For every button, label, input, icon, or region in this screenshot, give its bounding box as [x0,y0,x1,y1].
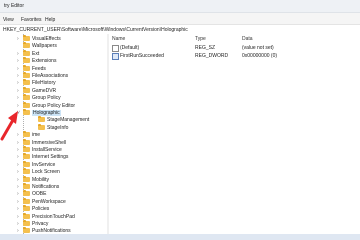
tree-item-label: Wallpapers [32,43,57,50]
menu-view[interactable]: View [3,17,14,23]
tree-item-label: InstallService [32,147,62,153]
taskbar [0,234,360,240]
value-row[interactable]: FirstRunSucceeded REG_DWORD 0x00000000 (… [109,52,360,60]
folder-icon [23,94,30,101]
chevron-right-icon[interactable]: › [17,199,22,205]
folder-icon [23,86,30,93]
tree-item-label: Privacy [32,221,49,227]
folder-icon [23,101,30,108]
folder-icon [23,168,30,175]
tree-item-label: Group Policy Editor [32,102,76,109]
folder-icon [23,79,30,86]
folder-icon [38,123,45,130]
folder-icon [23,212,30,219]
string-value-icon [112,45,119,52]
folder-icon [23,175,30,182]
chevron-right-icon[interactable]: › [17,162,22,168]
window-title: try Editor [4,3,25,9]
address-path[interactable]: HKEY_CURRENT_USER\Software\Microsoft\Win… [3,27,188,33]
folder-icon [23,35,30,41]
chevron-right-icon[interactable]: › [17,206,22,212]
folder-icon [23,42,30,49]
tree-item-label: InvService [32,161,56,168]
column-header-name[interactable]: Name [112,36,125,42]
tree-item-label: ime [32,132,41,139]
tree-item-label: VisualEffects [32,36,61,42]
folder-icon [23,183,30,189]
tree-item-label: Mobility [32,176,49,183]
chevron-right-icon[interactable]: › [17,214,22,220]
column-header-data[interactable]: Data [242,36,253,42]
folder-icon [23,49,30,56]
binary-value-icon [112,53,119,60]
chevron-right-icon[interactable]: › [17,177,22,183]
folder-icon [23,138,30,145]
value-type: REG_SZ [195,45,216,51]
values-pane[interactable]: Name Type Data (Default) REG_SZ (value n… [109,34,360,234]
folder-icon [38,116,45,123]
chevron-right-icon[interactable]: › [17,191,22,197]
value-type: REG_DWORD [195,53,229,59]
tree-item-label: Ext [32,50,40,57]
chevron-right-icon[interactable]: › [17,51,22,57]
value-row[interactable]: (Default) REG_SZ (value not set) [109,44,360,52]
tree-item-label: FileHistory [32,80,56,87]
folder-icon [23,205,30,212]
tree-item-label: ImmersiveShell [32,139,67,146]
title-bar: try Editor [0,0,360,13]
value-name: (Default) [120,45,140,51]
chevron-right-icon[interactable]: › [17,184,22,190]
folder-icon [23,72,30,78]
chevron-down-icon[interactable]: ˅ [17,110,22,116]
tree-item-label: Internet Settings [32,154,69,161]
tree-item-label: GameDVR [32,87,57,94]
tree-item-label: Feeds [32,65,46,72]
folder-icon [23,153,30,160]
tree-item-label: Policies [32,206,50,213]
value-name: FirstRunSucceeded [120,53,164,59]
folder-icon [23,190,30,197]
folder-icon [23,146,30,152]
folder-icon [23,227,30,234]
chevron-right-icon[interactable]: › [17,36,22,42]
folder-icon [23,57,30,64]
tree-item-label: Lock Screen [32,169,60,176]
menu-bar: View Favorites Help [0,13,360,24]
tree-item-label: Notifications [32,184,60,190]
folder-icon [23,160,30,167]
folder-icon [23,220,30,226]
tree-item-label: Group Policy [32,95,61,102]
menu-favorites[interactable]: Favorites [21,17,42,23]
chevron-right-icon[interactable]: › [17,140,22,146]
chevron-right-icon[interactable]: › [17,103,22,109]
tree-item-label: OOBE [32,191,47,198]
menu-help[interactable]: Help [45,17,55,23]
tree-item-label: PenWorkspace [32,198,66,205]
chevron-right-icon[interactable]: › [17,221,22,227]
tree-item-label: FileAssociations [32,73,69,79]
tree-item-label: StageManagement [47,117,90,124]
chevron-right-icon[interactable]: › [17,132,22,138]
tree-item-label: StageInfo [47,124,69,131]
tree-item-label: PrecisionTouchPad [32,213,75,220]
chevron-right-icon[interactable]: › [17,95,22,101]
folder-icon [23,64,30,71]
tree-item-label: Holographic [32,110,61,116]
value-data: 0x00000000 (0) [242,53,278,59]
chevron-right-icon[interactable]: › [17,88,22,94]
folder-icon [23,197,30,204]
chevron-right-icon[interactable]: › [17,73,22,79]
value-data: (value not set) [242,45,274,51]
chevron-right-icon[interactable]: › [17,169,22,175]
registry-tree-pane[interactable]: › VisualEffects Wallpapers › Ext › Extensions ›… [0,34,108,234]
tree-item-label: Extensions [32,58,57,65]
chevron-right-icon[interactable]: › [17,66,22,72]
chevron-right-icon[interactable]: › [17,154,22,160]
column-header-type[interactable]: Type [195,36,206,42]
folder-icon [23,131,30,138]
folder-icon [23,109,30,115]
chevron-right-icon[interactable]: › [17,58,22,64]
chevron-right-icon[interactable]: › [17,80,22,86]
chevron-right-icon[interactable]: › [17,147,22,153]
